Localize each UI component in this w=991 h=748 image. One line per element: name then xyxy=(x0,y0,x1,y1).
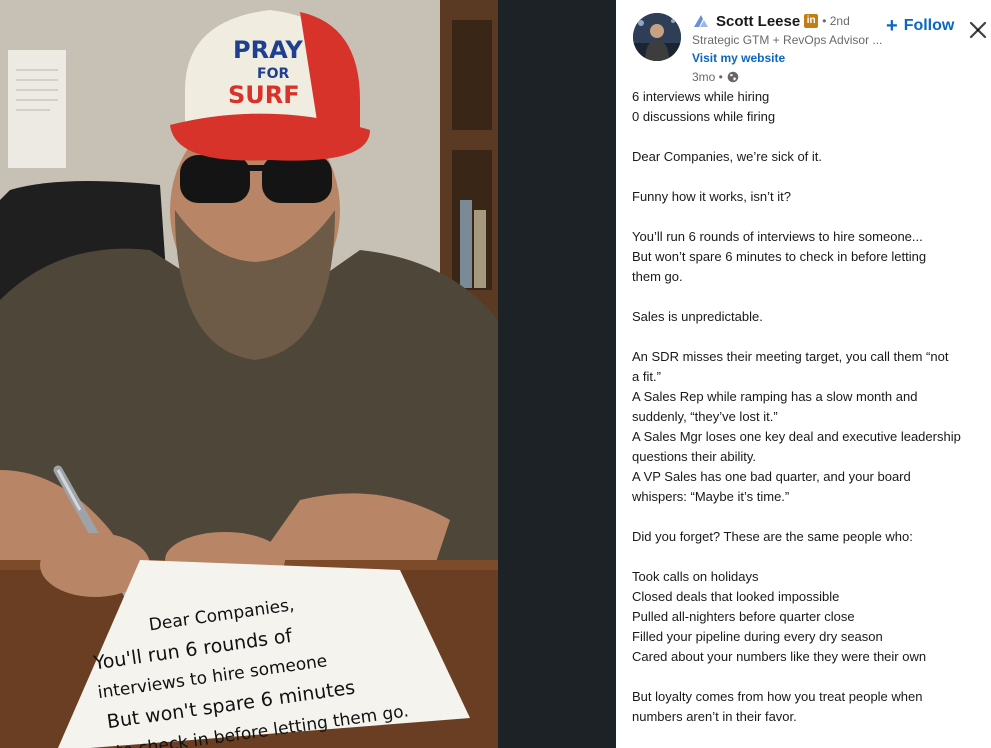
post-text-line: Took calls on holidays xyxy=(632,569,759,584)
post-text-line: Did you forget? These are the same peopl… xyxy=(632,529,913,544)
post-text-line: Filled your pipeline during every dry se… xyxy=(632,629,883,644)
post-text-line xyxy=(632,327,984,347)
post-text-line: An SDR misses their meeting target, you … xyxy=(632,349,949,364)
globe-icon xyxy=(727,71,739,83)
author-name[interactable]: Scott Leese xyxy=(716,13,800,30)
post-text: 6 interviews while hiring 0 discussions w… xyxy=(632,87,984,727)
hat-text-pray: PRAY xyxy=(233,36,303,64)
author-avatar[interactable] xyxy=(633,13,681,61)
post-text-line xyxy=(632,667,984,687)
post-text-line xyxy=(632,127,984,147)
post-image: PRAY FOR SURF Dear Companies, You'll run… xyxy=(0,0,498,748)
post-text-line: Cared about your numbers like they were … xyxy=(632,649,927,664)
close-icon xyxy=(969,21,987,39)
post-meta: 3mo • xyxy=(692,69,892,85)
hat-text-surf: SURF xyxy=(228,81,300,109)
connection-degree: • 2nd xyxy=(822,14,850,28)
post-image-viewer: PRAY FOR SURF Dear Companies, You'll run… xyxy=(0,0,616,748)
close-button[interactable] xyxy=(966,18,990,42)
post-text-line xyxy=(632,167,984,187)
follow-button[interactable]: + Follow xyxy=(886,14,954,38)
post-text-line xyxy=(632,287,984,307)
post-time: 3mo • xyxy=(692,70,723,84)
post-text-line: Funny how it works, isn’t it? xyxy=(632,189,791,204)
author-headline: Strategic GTM + RevOps Advisor ... xyxy=(692,33,883,47)
post-text-line: But loyalty comes from how you treat peo… xyxy=(632,689,923,704)
post-text-line: Pulled all-nighters before quarter close xyxy=(632,609,855,624)
linkedin-badge-icon: in xyxy=(804,14,819,28)
post-text-line: suddenly, “they’ve lost it.” xyxy=(632,409,778,424)
post-text-line: A VP Sales has one bad quarter, and your… xyxy=(632,469,911,484)
post-text-line: them go. xyxy=(632,269,683,284)
post-text-line: 6 interviews while hiring xyxy=(632,89,770,104)
visit-website-link[interactable]: Visit my website xyxy=(692,50,785,66)
post-details-panel: Scott Leese in • 2nd Strategic GTM + Rev… xyxy=(616,0,991,748)
post-text-line xyxy=(632,207,984,227)
post-text-line: A Sales Rep while ramping has a slow mon… xyxy=(632,389,918,404)
post-text-line: numbers aren’t in their favor. xyxy=(632,709,797,724)
plus-icon: + xyxy=(886,15,898,37)
author-info: Scott Leese in • 2nd Strategic GTM + Rev… xyxy=(692,11,892,85)
hat-text-for: FOR xyxy=(257,66,289,82)
premium-icon xyxy=(692,13,710,29)
post-text-line: 0 discussions while firing xyxy=(632,109,776,124)
follow-label: Follow xyxy=(903,17,955,34)
post-text-line: a fit.” xyxy=(632,369,661,384)
post-text-line: questions their ability. xyxy=(632,449,757,464)
post-text-line: But won’t spare 6 minutes to check in be… xyxy=(632,249,927,264)
post-text-line: A Sales Mgr loses one key deal and execu… xyxy=(632,429,961,444)
post-text-line xyxy=(632,507,984,527)
post-text-line: Dear Companies, we’re sick of it. xyxy=(632,149,823,164)
post-header: Scott Leese in • 2nd Strategic GTM + Rev… xyxy=(616,0,991,88)
post-text-line: Sales is unpredictable. xyxy=(632,309,763,324)
post-text-line: whispers: “Maybe it’s time.” xyxy=(632,489,790,504)
post-text-line xyxy=(632,547,984,567)
post-text-line: Closed deals that looked impossible xyxy=(632,589,840,604)
post-text-line: You’ll run 6 rounds of interviews to hir… xyxy=(632,229,923,244)
author-name-row: Scott Leese in • 2nd xyxy=(692,11,892,31)
